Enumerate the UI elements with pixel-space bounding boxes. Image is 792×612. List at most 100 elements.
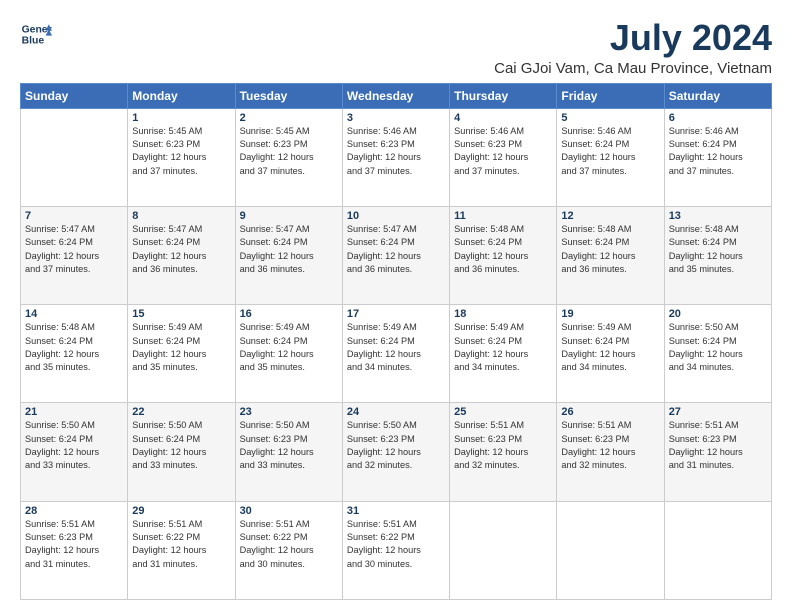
day-number: 8 — [132, 210, 230, 222]
calendar-cell: 18Sunrise: 5:49 AM Sunset: 6:24 PM Dayli… — [450, 305, 557, 403]
calendar-cell: 26Sunrise: 5:51 AM Sunset: 6:23 PM Dayli… — [557, 403, 664, 501]
day-info: Sunrise: 5:51 AM Sunset: 6:23 PM Dayligh… — [454, 419, 552, 472]
calendar-cell: 6Sunrise: 5:46 AM Sunset: 6:24 PM Daylig… — [664, 108, 771, 206]
generalblue-logo-icon: General Blue — [20, 18, 52, 50]
calendar-cell: 4Sunrise: 5:46 AM Sunset: 6:23 PM Daylig… — [450, 108, 557, 206]
calendar-cell: 15Sunrise: 5:49 AM Sunset: 6:24 PM Dayli… — [128, 305, 235, 403]
calendar-cell: 24Sunrise: 5:50 AM Sunset: 6:23 PM Dayli… — [342, 403, 449, 501]
day-number: 21 — [25, 406, 123, 418]
calendar-cell: 16Sunrise: 5:49 AM Sunset: 6:24 PM Dayli… — [235, 305, 342, 403]
day-info: Sunrise: 5:49 AM Sunset: 6:24 PM Dayligh… — [561, 321, 659, 374]
day-number: 4 — [454, 112, 552, 124]
day-number: 14 — [25, 308, 123, 320]
day-info: Sunrise: 5:47 AM Sunset: 6:24 PM Dayligh… — [347, 223, 445, 276]
calendar-cell: 13Sunrise: 5:48 AM Sunset: 6:24 PM Dayli… — [664, 206, 771, 304]
calendar-cell: 12Sunrise: 5:48 AM Sunset: 6:24 PM Dayli… — [557, 206, 664, 304]
calendar-cell: 5Sunrise: 5:46 AM Sunset: 6:24 PM Daylig… — [557, 108, 664, 206]
calendar-cell — [664, 501, 771, 599]
day-info: Sunrise: 5:50 AM Sunset: 6:24 PM Dayligh… — [132, 419, 230, 472]
day-number: 9 — [240, 210, 338, 222]
day-info: Sunrise: 5:51 AM Sunset: 6:23 PM Dayligh… — [561, 419, 659, 472]
header-monday: Monday — [128, 83, 235, 108]
subtitle: Cai GJoi Vam, Ca Mau Province, Vietnam — [494, 60, 772, 77]
header-saturday: Saturday — [664, 83, 771, 108]
day-info: Sunrise: 5:50 AM Sunset: 6:23 PM Dayligh… — [240, 419, 338, 472]
svg-text:Blue: Blue — [22, 36, 45, 47]
main-title: July 2024 — [494, 18, 772, 58]
day-info: Sunrise: 5:46 AM Sunset: 6:24 PM Dayligh… — [669, 125, 767, 178]
calendar-header: Sunday Monday Tuesday Wednesday Thursday… — [21, 83, 772, 108]
day-info: Sunrise: 5:51 AM Sunset: 6:22 PM Dayligh… — [132, 518, 230, 571]
week-row-1: 1Sunrise: 5:45 AM Sunset: 6:23 PM Daylig… — [21, 108, 772, 206]
day-number: 5 — [561, 112, 659, 124]
day-number: 20 — [669, 308, 767, 320]
day-number: 28 — [25, 505, 123, 517]
day-info: Sunrise: 5:50 AM Sunset: 6:24 PM Dayligh… — [669, 321, 767, 374]
day-info: Sunrise: 5:48 AM Sunset: 6:24 PM Dayligh… — [561, 223, 659, 276]
day-info: Sunrise: 5:48 AM Sunset: 6:24 PM Dayligh… — [454, 223, 552, 276]
week-row-4: 21Sunrise: 5:50 AM Sunset: 6:24 PM Dayli… — [21, 403, 772, 501]
day-info: Sunrise: 5:50 AM Sunset: 6:24 PM Dayligh… — [25, 419, 123, 472]
header-friday: Friday — [557, 83, 664, 108]
header: General Blue July 2024 Cai GJoi Vam, Ca … — [20, 18, 772, 77]
day-number: 29 — [132, 505, 230, 517]
day-info: Sunrise: 5:47 AM Sunset: 6:24 PM Dayligh… — [240, 223, 338, 276]
calendar-cell: 17Sunrise: 5:49 AM Sunset: 6:24 PM Dayli… — [342, 305, 449, 403]
calendar-cell: 8Sunrise: 5:47 AM Sunset: 6:24 PM Daylig… — [128, 206, 235, 304]
day-number: 1 — [132, 112, 230, 124]
calendar-table: Sunday Monday Tuesday Wednesday Thursday… — [20, 83, 772, 600]
calendar-cell: 19Sunrise: 5:49 AM Sunset: 6:24 PM Dayli… — [557, 305, 664, 403]
calendar-cell: 3Sunrise: 5:46 AM Sunset: 6:23 PM Daylig… — [342, 108, 449, 206]
day-number: 2 — [240, 112, 338, 124]
calendar-cell: 23Sunrise: 5:50 AM Sunset: 6:23 PM Dayli… — [235, 403, 342, 501]
calendar-cell — [21, 108, 128, 206]
day-info: Sunrise: 5:47 AM Sunset: 6:24 PM Dayligh… — [25, 223, 123, 276]
day-number: 7 — [25, 210, 123, 222]
day-number: 17 — [347, 308, 445, 320]
week-row-2: 7Sunrise: 5:47 AM Sunset: 6:24 PM Daylig… — [21, 206, 772, 304]
day-number: 23 — [240, 406, 338, 418]
day-number: 22 — [132, 406, 230, 418]
calendar-cell: 22Sunrise: 5:50 AM Sunset: 6:24 PM Dayli… — [128, 403, 235, 501]
calendar-cell: 28Sunrise: 5:51 AM Sunset: 6:23 PM Dayli… — [21, 501, 128, 599]
day-number: 15 — [132, 308, 230, 320]
day-info: Sunrise: 5:50 AM Sunset: 6:23 PM Dayligh… — [347, 419, 445, 472]
day-info: Sunrise: 5:48 AM Sunset: 6:24 PM Dayligh… — [669, 223, 767, 276]
calendar-cell: 30Sunrise: 5:51 AM Sunset: 6:22 PM Dayli… — [235, 501, 342, 599]
day-info: Sunrise: 5:51 AM Sunset: 6:22 PM Dayligh… — [347, 518, 445, 571]
header-thursday: Thursday — [450, 83, 557, 108]
day-info: Sunrise: 5:46 AM Sunset: 6:23 PM Dayligh… — [454, 125, 552, 178]
day-number: 13 — [669, 210, 767, 222]
day-info: Sunrise: 5:49 AM Sunset: 6:24 PM Dayligh… — [240, 321, 338, 374]
header-sunday: Sunday — [21, 83, 128, 108]
logo: General Blue — [20, 18, 52, 50]
header-wednesday: Wednesday — [342, 83, 449, 108]
day-info: Sunrise: 5:49 AM Sunset: 6:24 PM Dayligh… — [132, 321, 230, 374]
day-info: Sunrise: 5:51 AM Sunset: 6:23 PM Dayligh… — [25, 518, 123, 571]
calendar-cell: 14Sunrise: 5:48 AM Sunset: 6:24 PM Dayli… — [21, 305, 128, 403]
day-number: 31 — [347, 505, 445, 517]
day-number: 3 — [347, 112, 445, 124]
day-number: 16 — [240, 308, 338, 320]
day-number: 12 — [561, 210, 659, 222]
day-number: 26 — [561, 406, 659, 418]
calendar-cell: 2Sunrise: 5:45 AM Sunset: 6:23 PM Daylig… — [235, 108, 342, 206]
day-info: Sunrise: 5:49 AM Sunset: 6:24 PM Dayligh… — [454, 321, 552, 374]
day-info: Sunrise: 5:47 AM Sunset: 6:24 PM Dayligh… — [132, 223, 230, 276]
day-number: 30 — [240, 505, 338, 517]
header-tuesday: Tuesday — [235, 83, 342, 108]
calendar-cell — [557, 501, 664, 599]
calendar-cell: 29Sunrise: 5:51 AM Sunset: 6:22 PM Dayli… — [128, 501, 235, 599]
day-number: 27 — [669, 406, 767, 418]
title-block: July 2024 Cai GJoi Vam, Ca Mau Province,… — [494, 18, 772, 77]
calendar-cell: 7Sunrise: 5:47 AM Sunset: 6:24 PM Daylig… — [21, 206, 128, 304]
calendar-cell: 21Sunrise: 5:50 AM Sunset: 6:24 PM Dayli… — [21, 403, 128, 501]
calendar-cell — [450, 501, 557, 599]
day-number: 19 — [561, 308, 659, 320]
day-number: 18 — [454, 308, 552, 320]
day-info: Sunrise: 5:49 AM Sunset: 6:24 PM Dayligh… — [347, 321, 445, 374]
day-number: 6 — [669, 112, 767, 124]
calendar-cell: 11Sunrise: 5:48 AM Sunset: 6:24 PM Dayli… — [450, 206, 557, 304]
calendar-cell: 27Sunrise: 5:51 AM Sunset: 6:23 PM Dayli… — [664, 403, 771, 501]
week-row-5: 28Sunrise: 5:51 AM Sunset: 6:23 PM Dayli… — [21, 501, 772, 599]
